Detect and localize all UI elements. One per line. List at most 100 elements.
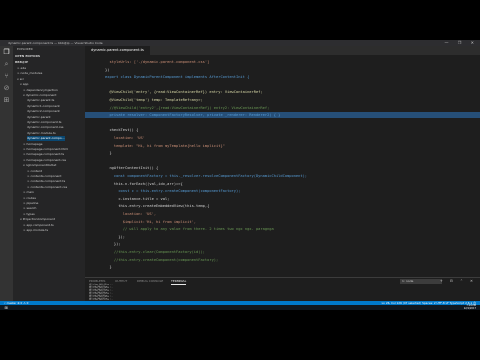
file-tree-item[interactable]: dynamic.parent.compo...: [27, 136, 65, 142]
code-text: private resolver: ComponentFactoryResolv…: [105, 113, 281, 118]
code-text: c.instance.title = val;: [105, 196, 170, 201]
file-tree-item-label: dynamic.component.css: [27, 125, 64, 130]
file-tree-item-label: v dynamic.component: [23, 93, 57, 97]
file-tree-item[interactable]: dynamic.parent.ts: [27, 98, 54, 103]
windows-taskbar: ⊞ 7:19 PM 12/1/2017: [0, 304, 480, 310]
file-tree-item[interactable]: dynamic.component.ts: [27, 120, 61, 125]
explorer-header: EXPLORER: [17, 47, 33, 51]
open-editors-section[interactable]: OPEN EDITORS: [15, 54, 40, 59]
file-tree-item[interactable]: > types: [23, 212, 35, 217]
file-tree-item[interactable]: > contents.component.ts: [27, 179, 65, 184]
file-tree-item-label: > contents.component: [27, 174, 62, 178]
file-tree-item[interactable]: > routes: [23, 196, 36, 201]
file-tree-item[interactable]: v app: [20, 82, 28, 87]
code-text: ngAfterContentInit() {: [105, 166, 159, 171]
file-tree-item-label: dynamic.component.ts: [27, 120, 62, 124]
file-tree-item[interactable]: > search: [23, 206, 36, 211]
file-tree-item[interactable]: > main: [23, 190, 34, 195]
file-tree-item[interactable]: > app.component.ts: [23, 223, 54, 228]
panel-controls[interactable]: + ⊟ ⌃ ✕: [440, 279, 476, 284]
code-editor[interactable]: styleUrls: ['./dynamic.parent.component.…: [85, 55, 480, 277]
code-line: }): [85, 67, 480, 73]
file-tree-item[interactable]: > content: [27, 169, 42, 174]
file-tree-item-label: > contents.component.ts: [27, 179, 66, 184]
file-tree-item[interactable]: v src: [17, 77, 24, 82]
explorer-sidebar: EXPLORER OPEN EDITORS BBB@IP > e2e > node…: [13, 46, 85, 301]
terminal-panel: PROBLEMS OUTPUT DEBUG CONSOLE TERMINAL 1…: [85, 277, 480, 302]
file-tree-item-label: v ProjectionComponent: [20, 217, 55, 222]
file-tree-item[interactable]: > homepage.component.css: [23, 158, 66, 163]
tab-terminal[interactable]: TERMINAL: [171, 279, 187, 285]
file-tree-item-label: dynamic2.component: [27, 109, 60, 114]
code-text: location: 'US',: [105, 212, 157, 216]
tab-output[interactable]: OUTPUT: [115, 279, 127, 284]
editor-tabs: dynamic.parent.component.ts: [85, 46, 480, 55]
code-line: @ViewChild('temp') temp: TemplateRef<any…: [85, 97, 480, 103]
code-line: $implicit:'Hi, hi from implicit',: [85, 219, 480, 225]
code-line: const componentFactory = this._resolver.…: [85, 173, 480, 179]
code-text: @ViewChild('entry', {read:ViewContainerR…: [105, 90, 263, 95]
code-line: c.instance.title = val;: [85, 196, 480, 202]
code-line: }: [85, 264, 480, 270]
code-text: // will apply to any value from there. 2…: [105, 227, 274, 232]
code-text: //this.entry.createComponent(componentFa…: [105, 257, 219, 262]
file-tree-item[interactable]: dynamic.parent: [27, 115, 51, 120]
file-tree-item[interactable]: dynamic.module.ts: [27, 131, 56, 136]
file-tree-item[interactable]: v dynamic.component: [23, 93, 56, 98]
file-tree-item-label: v src: [17, 76, 25, 81]
file-tree-item[interactable]: v ngComponentOutlet: [23, 163, 56, 168]
file-tree-item[interactable]: > contents.component: [27, 174, 61, 179]
file-tree-item[interactable]: > node_modules: [17, 71, 42, 76]
code-text: });: [105, 234, 125, 239]
workspace-section[interactable]: BBB@IP: [15, 60, 28, 65]
file-tree-item[interactable]: > contents.component.css: [27, 185, 67, 190]
source-control-icon[interactable]: ⑂: [2, 72, 11, 81]
file-tree-item-label: > types: [23, 211, 35, 216]
extensions-icon[interactable]: ⊞: [2, 96, 11, 105]
search-icon[interactable]: ⌕: [2, 60, 11, 69]
file-tree-item[interactable]: v ProjectionComponent: [20, 217, 55, 222]
file-tree-item[interactable]: > homepage.component.html: [23, 147, 68, 152]
code-line: });: [85, 241, 480, 247]
tab-problems[interactable]: PROBLEMS: [89, 279, 105, 284]
file-tree-item[interactable]: > app.module.ts: [23, 228, 48, 233]
terminal-select[interactable]: 1: node: [400, 279, 442, 284]
code-text: }): [105, 67, 110, 72]
file-tree-item-label: > dependencyInjection: [23, 87, 58, 92]
code-line: this.n.forEach((val,idx,arr)=>{: [85, 181, 480, 187]
file-tree-item[interactable]: dynamic1.component: [27, 104, 60, 109]
code-line: styleUrls: ['./dynamic.parent.component.…: [85, 59, 480, 65]
file-tree-item-label: > pipeline: [23, 201, 39, 205]
code-text: const componentFactory = this._resolver.…: [105, 174, 308, 178]
start-icon[interactable]: ⊞: [3, 305, 9, 310]
code-text: }: [105, 151, 112, 156]
debug-icon[interactable]: ⊘: [2, 84, 11, 93]
file-tree-item[interactable]: dynamic.component.css: [27, 125, 63, 130]
code-line: this.entry.createEmbeddedView(this.temp,…: [85, 203, 480, 209]
code-line: //this.entry.clear(ComponentFactory(id))…: [85, 249, 480, 255]
code-text: export class DynamicParentComponent impl…: [105, 75, 250, 80]
file-tree-item-label: > contents.component.css: [27, 184, 68, 189]
video-frame: dynamic.parent.component.ts — bbb@ip — V…: [0, 0, 480, 360]
code-text: this.entry.createEmbeddedView(this.temp,…: [105, 204, 210, 209]
file-tree-item[interactable]: > homepage.component.ts: [23, 152, 64, 157]
tab-dynamic-parent-component[interactable]: dynamic.parent.component.ts: [85, 46, 150, 55]
file-tree-item[interactable]: > pipeline: [23, 201, 38, 206]
file-tree-item-label: > main: [23, 190, 34, 195]
file-tree-item-label: dynamic.module.ts: [27, 130, 56, 135]
file-tree-item[interactable]: > homepage: [23, 142, 42, 147]
explorer-icon[interactable]: ❐: [2, 48, 11, 57]
code-line: location: 'US',: [85, 211, 480, 217]
code-line: // will apply to any value from there. 2…: [85, 226, 480, 232]
code-line: //this.entry.createComponent(componentFa…: [85, 257, 480, 263]
file-tree-item[interactable]: > dependencyInjection: [23, 88, 58, 93]
code-line: });: [85, 234, 480, 240]
file-tree-item[interactable]: > e2e: [17, 66, 26, 71]
file-tree-item[interactable]: dynamic2.component: [27, 109, 60, 114]
file-tree-item-label: v app: [20, 82, 29, 87]
file-tree-item-label: dynamic1.component: [27, 103, 60, 108]
tab-debug-console[interactable]: DEBUG CONSOLE: [137, 279, 163, 284]
file-tree-item-label: > search: [23, 206, 37, 211]
